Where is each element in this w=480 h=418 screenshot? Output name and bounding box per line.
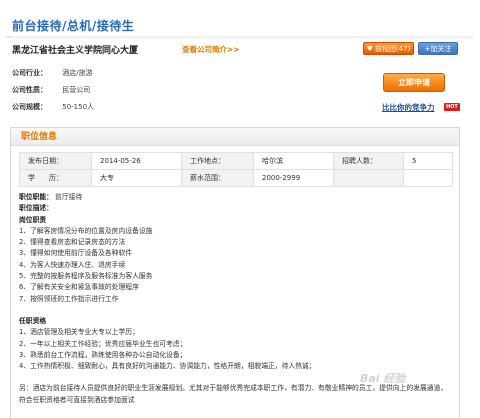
note-text: 另：酒店为前台接待人员提供良好的职业生涯发展规划。尤其对于能够优秀完成本职工作，…	[19, 384, 448, 404]
salary-label: 薪水范围：	[181, 169, 254, 187]
size-row: 公司规模： 50-150人	[12, 102, 94, 112]
duty-title: 岗位职责	[19, 215, 47, 224]
watermark: Bai 经验	[360, 372, 406, 385]
job-title: 前台接待/总机/接待生	[12, 19, 135, 33]
industry-row: 公司行业： 酒店/旅游	[12, 68, 93, 78]
duty-item: 2、懂得查看房态和记录房态的方法	[19, 238, 126, 247]
date-label: 发布日期：	[19, 152, 92, 170]
place-value: 哈尔滨	[253, 152, 334, 170]
duty-item: 3、懂得如何使用前厅设备及各种软件	[19, 249, 133, 258]
job-function-value: 前厅接待	[55, 193, 83, 201]
requirement-title: 任职资格	[19, 316, 47, 325]
salary-value: 2000-2999	[253, 169, 334, 187]
duty-item: 5、完整的按服务程序及服务标准为客人服务	[19, 272, 153, 281]
industry-value: 酒店/旅游	[62, 69, 93, 77]
requirement-item: 1、酒店管理及相关专业大专以上学历；	[19, 328, 139, 337]
favorite-button[interactable]: ♥ 前程团(47)	[363, 42, 414, 55]
edu-value: 大专	[91, 169, 182, 187]
duty-item: 6、了解有关安全和紧急事故的处理程序	[19, 283, 139, 292]
requirement-item: 2、一年以上相关工作经验；优秀应届毕业生也可考虑；	[19, 339, 187, 348]
compete-link[interactable]: 比比你的竞争力	[382, 102, 435, 113]
date-value: 2014-05-26	[91, 152, 182, 170]
count-value: 5	[403, 152, 453, 170]
edu-label: 学 历：	[19, 169, 92, 187]
company-profile-link[interactable]: 查看公司简介>>	[182, 44, 240, 55]
duty-item: 7、按照领班的工作指示进行工作	[19, 294, 119, 303]
place-label: 工作地点：	[181, 152, 254, 170]
follow-label: +加关注	[424, 44, 452, 53]
page-header: 前台接待/总机/接待生	[6, 12, 474, 40]
apply-button[interactable]: 立即申请	[383, 73, 445, 92]
hot-badge: HOT	[444, 103, 460, 111]
count-label: 招聘人数：	[333, 152, 404, 170]
empty-cell	[403, 169, 453, 187]
job-function-label: 职位职能：	[19, 193, 53, 201]
nature-value: 民营公司	[62, 86, 91, 94]
description-label: 职位描述：	[19, 204, 53, 213]
size-label: 公司规模：	[12, 103, 47, 111]
header-divider	[12, 36, 474, 40]
requirement-item: 3、熟悉前台工作流程，熟练使用各种办公自动化设备；	[19, 350, 187, 359]
heart-icon: ♥	[366, 44, 373, 53]
size-value: 50-150人	[62, 103, 95, 111]
job-function-row: 职位职能： 前厅接待	[19, 192, 453, 203]
job-meta-table: 发布日期： 2014-05-26 工作地点： 哈尔滨 招聘人数： 5 学 历： …	[19, 152, 453, 187]
duty-item: 4、为客人快速办理入住、退房手续	[19, 260, 126, 269]
follow-button[interactable]: +加关注	[418, 42, 458, 55]
nature-row: 公司性质： 民营公司	[12, 85, 90, 95]
industry-label: 公司行业：	[12, 69, 47, 77]
empty-cell	[333, 169, 404, 187]
nature-label: 公司性质：	[12, 86, 47, 94]
panel-title: 职位信息	[11, 128, 459, 146]
favorite-label: 前程团(47)	[374, 44, 411, 53]
company-name[interactable]: 黑龙江省社会主义学院同心大厦	[12, 43, 138, 56]
duty-item: 1、了解客房情况分布的位置及房内设备设施	[19, 226, 153, 235]
